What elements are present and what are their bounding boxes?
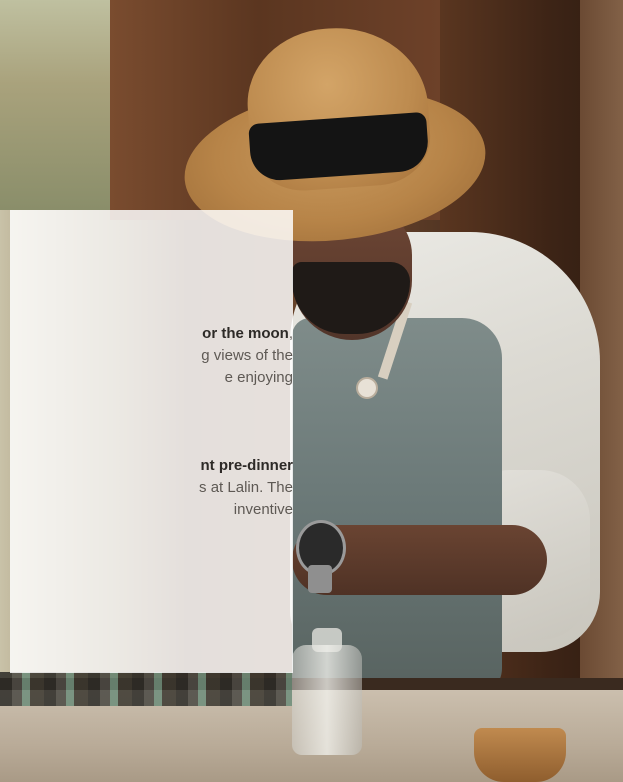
apron-pin: [356, 377, 378, 399]
glass-bottle: [292, 645, 362, 755]
background-window: [0, 0, 110, 210]
paragraph-line: g views of the: [201, 347, 293, 364]
paragraph-pre-dinner: nt pre-dinner s at Lalin. The inventive: [199, 455, 293, 521]
paragraph-line: inventive: [233, 501, 293, 518]
punctuation: ,: [288, 325, 293, 342]
wooden-cup: [474, 728, 566, 782]
paragraph-line: e enjoying: [224, 369, 293, 386]
paragraph-line: s at Lalin. The: [199, 479, 293, 496]
bar-bottles-row: [0, 672, 292, 706]
watch-band: [308, 565, 332, 593]
hero-photo: or the moon, g views of the e enjoying n…: [0, 0, 623, 782]
bold-phrase: nt pre-dinner: [200, 457, 294, 474]
bold-phrase: or the moon: [202, 325, 289, 342]
text-overlay-content: or the moon, g views of the e enjoying n…: [10, 210, 293, 673]
paragraph-line: or the moon,: [201, 323, 293, 345]
paragraph-moon: or the moon, g views of the e enjoying: [201, 323, 293, 389]
